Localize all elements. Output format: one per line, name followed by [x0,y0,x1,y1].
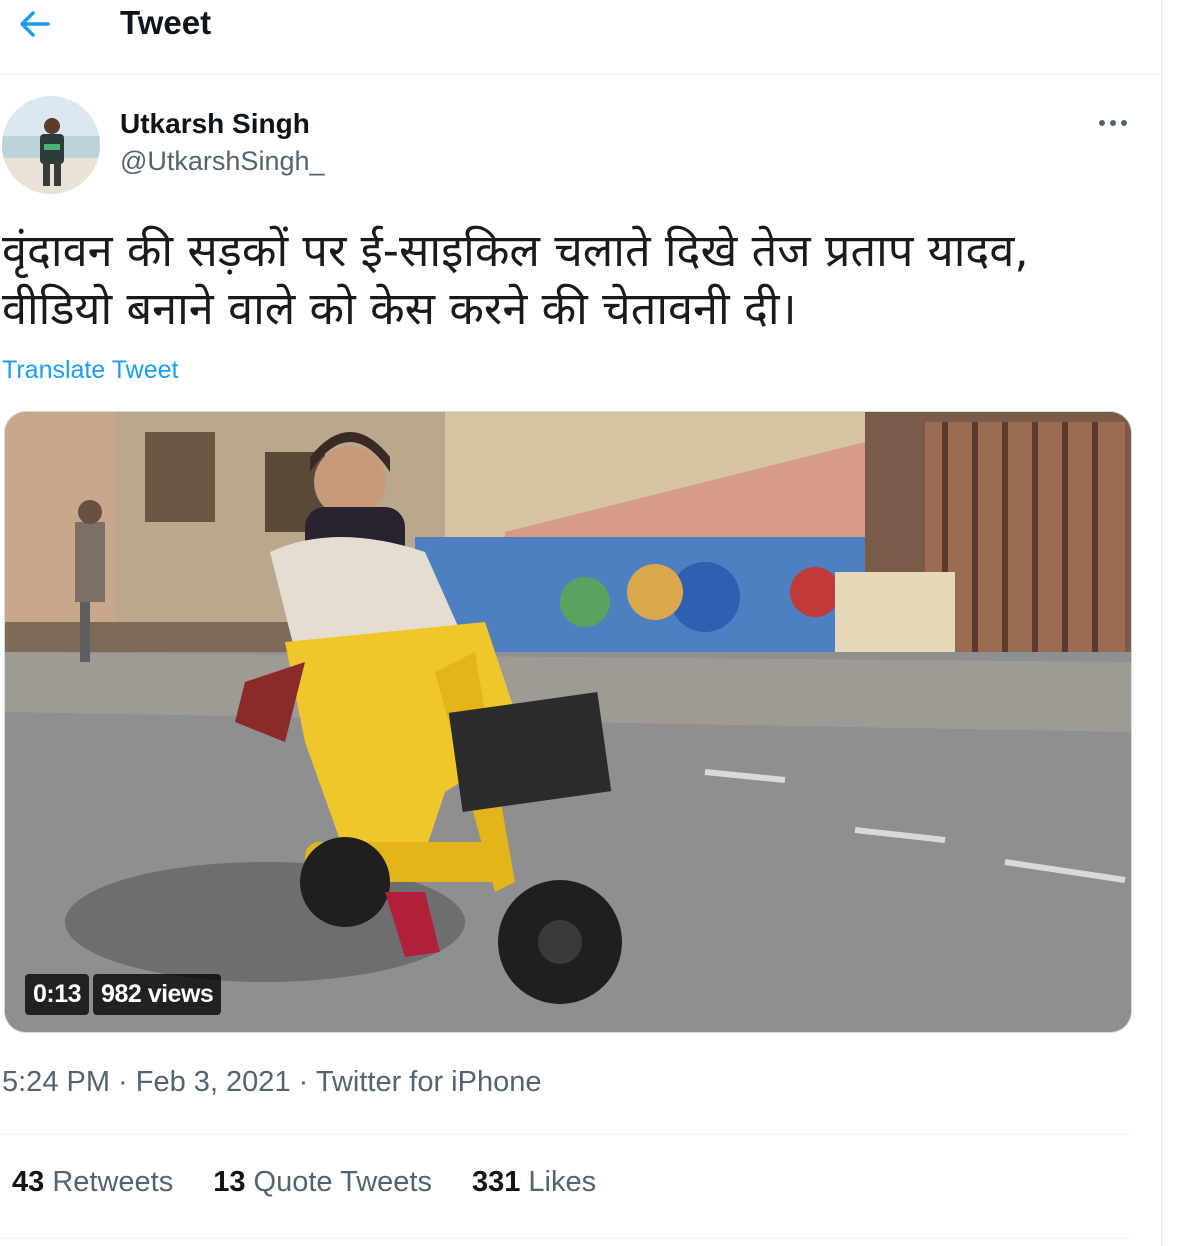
likes-count: 331 [471,1166,521,1198]
video-views: 982 views [93,974,222,1015]
page-header: Tweet [0,0,1162,75]
quote-tweets-count: 13 [213,1166,246,1198]
tweet-date[interactable]: Feb 3, 2021 [136,1066,291,1098]
avatar[interactable] [2,96,100,194]
tweet-detail-column: Tweet Utkarsh Singh @UtkarshSingh_ वृंदा… [0,0,1162,1246]
retweets-count: 43 [12,1166,45,1198]
video-thumbnail [5,412,1131,1032]
author-name[interactable]: Utkarsh Singh [120,108,310,140]
author-handle[interactable]: @UtkarshSingh_ [120,146,325,177]
page-title: Tweet [120,4,212,41]
avatar-photo [2,96,100,194]
video-player[interactable]: 0:13 982 views [4,411,1132,1033]
ellipsis-icon [1099,120,1127,126]
video-badges: 0:13 982 views [25,974,222,1015]
divider [0,1238,1130,1239]
divider [0,1134,1130,1135]
meta-separator: · [290,1066,316,1098]
quote-tweets-stat[interactable]: 13 Quote Tweets [213,1166,432,1199]
quote-tweets-label: Quote Tweets [253,1166,432,1198]
meta-separator: · [110,1066,136,1098]
retweets-label: Retweets [52,1166,174,1198]
tweet-time[interactable]: 5:24 PM [2,1066,110,1098]
tweet-meta: 5:24 PM · Feb 3, 2021 · Twitter for iPho… [2,1066,541,1099]
tweet-text-line: वीडियो बनाने वाले को केस करने की चेतावनी… [2,282,797,335]
translate-tweet-link[interactable]: Translate Tweet [2,356,178,385]
tweet-text: वृंदावन की सड़कों पर ई-साइकिल चलाते दिखे… [2,222,1142,338]
retweets-stat[interactable]: 43 Retweets [12,1166,173,1199]
likes-stat[interactable]: 331 Likes [472,1166,596,1199]
tweet-source[interactable]: Twitter for iPhone [316,1066,542,1098]
arrow-left-icon [20,11,50,37]
likes-label: Likes [528,1166,597,1198]
back-button[interactable] [14,4,54,44]
video-duration: 0:13 [25,974,90,1015]
more-options-button[interactable] [1092,108,1136,138]
tweet-stats: 43 Retweets 13 Quote Tweets 331 Likes [12,1166,636,1199]
tweet-text-line: वृंदावन की सड़कों पर ई-साइकिल चलाते दिखे… [2,224,1029,277]
